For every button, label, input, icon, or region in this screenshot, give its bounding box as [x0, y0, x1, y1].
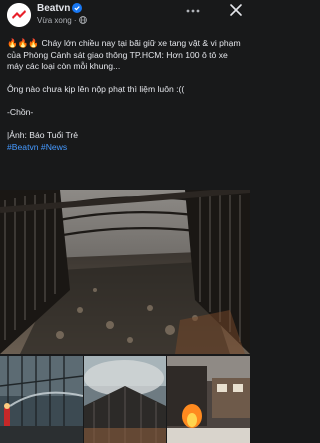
more-options-icon: [186, 9, 200, 13]
smoke-roof-photo: [84, 356, 166, 443]
burnt-parking-lot-photo: [0, 190, 250, 354]
photo-thumbnails: [0, 356, 250, 443]
photo-thumbnail-3[interactable]: [167, 356, 250, 443]
globe-icon: [79, 16, 87, 24]
post-timestamp[interactable]: Vừa xong ·: [37, 16, 77, 25]
page-name[interactable]: Beatvn: [37, 3, 70, 14]
fire-building-photo: [167, 356, 250, 443]
main-photo[interactable]: [0, 190, 250, 354]
close-icon: [230, 4, 242, 16]
beatvn-logo-icon: [7, 3, 31, 27]
facebook-post: Beatvn Vừa xong · 🔥🔥🔥 Cháy lớn chiều nay…: [0, 0, 250, 443]
photo-thumbnail-1[interactable]: [0, 356, 83, 443]
caption-headline: Cháy lớn chiều nay tại bãi giữ xe tang v…: [7, 38, 241, 71]
page-avatar[interactable]: [7, 3, 31, 27]
photo-thumbnail-2[interactable]: [84, 356, 166, 443]
firefighters-photo: [0, 356, 83, 443]
caption-photo-credit: |Ảnh: Báo Tuổi Trẻ: [7, 130, 79, 140]
more-options-button[interactable]: [184, 4, 202, 18]
caption-hashtags[interactable]: #Beatvn #News: [7, 142, 245, 154]
close-button[interactable]: [227, 1, 245, 19]
caption-author: -Chồn-: [7, 107, 34, 117]
fire-emoji: 🔥🔥🔥: [7, 38, 40, 48]
post-header: Beatvn Vừa xong ·: [0, 0, 250, 30]
verified-badge-icon: [72, 3, 82, 13]
caption-paragraph-1: 🔥🔥🔥 Cháy lớn chiều nay tại bãi giữ xe ta…: [7, 38, 245, 73]
caption-paragraph-2: Ông nào chưa kịp lên nộp phạt thì liệm l…: [7, 84, 185, 94]
post-caption: 🔥🔥🔥 Cháy lớn chiều nay tại bãi giữ xe ta…: [7, 38, 245, 153]
